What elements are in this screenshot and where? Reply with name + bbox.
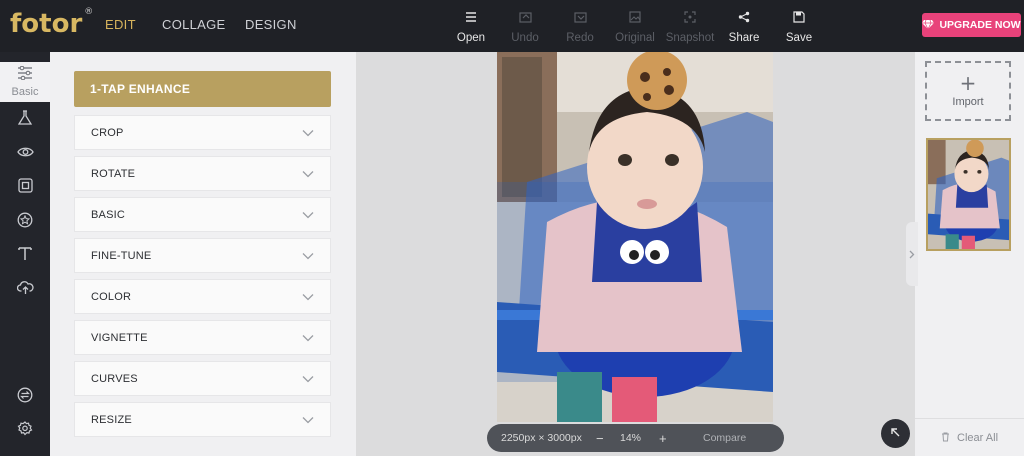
plus-icon: + [959,71,977,95]
chevron-down-icon [302,211,314,218]
eye-icon [16,145,34,163]
tab-collage[interactable]: COLLAGE [162,17,226,32]
tray-toggle-tab[interactable] [906,222,918,286]
edit-panel: 1-TAP ENHANCE CROP ROTATE BASIC FINE-TUN… [50,52,356,456]
import-button[interactable]: + Import [925,61,1011,121]
rail-item-frames[interactable] [0,171,50,205]
rail-item-beauty[interactable] [0,137,50,171]
chevron-down-icon [302,375,314,382]
compare-icon [17,387,33,408]
image-tray: + Import Clear All [906,52,1024,456]
image-dimensions: 2250px × 3000px [501,432,582,444]
fotor-logo[interactable]: fotor ® [10,7,93,39]
panel-item-color[interactable]: COLOR [74,279,331,314]
rail-item-stickers[interactable] [0,205,50,239]
image-icon [608,11,662,27]
chevron-down-icon [302,293,314,300]
settings-icon [17,420,33,442]
redo-button[interactable]: Redo [553,11,607,44]
one-tap-enhance-button[interactable]: 1-TAP ENHANCE [74,71,331,107]
menu-icon [444,11,498,27]
chevron-down-icon [302,416,314,423]
top-bar: fotor ® EDIT COLLAGE DESIGN Open Undo Red… [0,0,1024,52]
save-icon [772,11,826,27]
cloud-upload-icon [16,280,34,300]
zoom-out-button[interactable]: − [596,431,604,446]
photo-illustration [497,52,773,422]
canvas-area: 2250px × 3000px − 14% + Compare [356,52,915,456]
chevron-down-icon [302,129,314,136]
gem-icon [922,19,935,32]
collapse-button[interactable] [881,419,910,448]
save-button[interactable]: Save [772,11,826,44]
rail-item-text[interactable] [0,239,50,273]
panel-item-crop[interactable]: CROP [74,115,331,150]
panel-item-rotate[interactable]: ROTATE [74,156,331,191]
panel-item-curves[interactable]: CURVES [74,361,331,396]
thumbnail-illustration [928,140,1009,249]
snapshot-button[interactable]: Snapshot [662,11,718,44]
sliders-icon [17,65,33,85]
compare-button[interactable]: Compare [703,432,746,444]
arrow-up-left-icon [890,425,901,443]
frame-icon [17,178,33,198]
zoom-bar: 2250px × 3000px − 14% + Compare [487,424,784,452]
rail-item-settings[interactable] [0,414,50,448]
zoom-in-button[interactable]: + [659,431,667,446]
redo-icon [553,11,607,27]
edited-photo[interactable] [497,52,773,422]
panel-item-fine-tune[interactable]: FINE-TUNE [74,238,331,273]
tab-edit[interactable]: EDIT [105,17,136,32]
upgrade-now-button[interactable]: UPGRADE NOW [922,13,1021,37]
snapshot-icon [662,11,718,27]
trash-icon [941,432,957,444]
undo-icon [498,11,552,27]
tool-rail: Basic [0,52,50,456]
text-icon [18,246,32,266]
zoom-level: 14% [620,432,642,444]
flask-icon [17,109,33,131]
rail-item-effects[interactable] [0,103,50,137]
panel-item-basic[interactable]: BASIC [74,197,331,232]
chevron-down-icon [302,334,314,341]
share-icon [717,11,771,27]
clear-all-button[interactable]: Clear All [915,418,1024,444]
panel-item-resize[interactable]: RESIZE [74,402,331,437]
rail-item-upload[interactable] [0,273,50,307]
star-badge-icon [17,212,33,233]
tab-design[interactable]: DESIGN [245,17,297,32]
chevron-right-icon [909,250,915,258]
rail-item-compare[interactable] [0,380,50,414]
chevron-down-icon [302,170,314,177]
share-button[interactable]: Share [717,11,771,44]
open-button[interactable]: Open [444,11,498,44]
rail-item-basic[interactable]: Basic [0,62,50,102]
original-button[interactable]: Original [608,11,662,44]
photo-thumbnail[interactable] [926,138,1011,251]
chevron-down-icon [302,252,314,259]
undo-button[interactable]: Undo [498,11,552,44]
panel-item-vignette[interactable]: VIGNETTE [74,320,331,355]
